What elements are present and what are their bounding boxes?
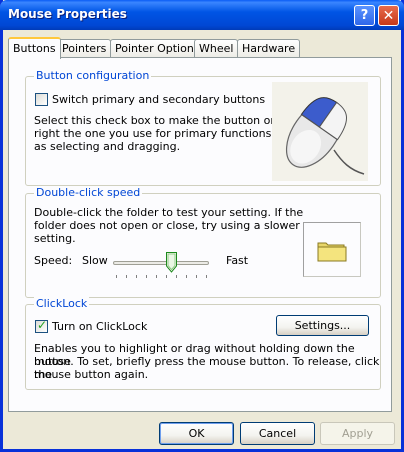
group-label: Button configuration (34, 69, 152, 82)
tab-page-buttons: Button configuration Switch primary and … (8, 57, 392, 412)
button-config-desc-line: as selecting and dragging. (34, 140, 181, 153)
ok-button[interactable]: OK (159, 422, 234, 445)
tab-label: Buttons (13, 42, 56, 55)
button-config-desc-line: right the one you use for primary functi… (34, 127, 301, 140)
close-icon: ✕ (382, 7, 395, 24)
group-label: ClickLock (34, 297, 90, 310)
tab-label: Pointers (62, 42, 107, 55)
checkmark-icon: ✓ (37, 318, 48, 332)
button-configuration-group: Button configuration Switch primary and … (25, 69, 381, 186)
speed-slider-track[interactable] (113, 261, 209, 265)
fast-label: Fast (226, 254, 249, 267)
tab-buttons[interactable]: Buttons (8, 37, 61, 59)
clicklock-group: ClickLock ✓ Turn on ClickLock Settings..… (25, 297, 381, 390)
speed-label: Speed: (34, 254, 73, 267)
help-icon: ? (360, 8, 369, 23)
clicklock-desc-line: mouse button again. (34, 368, 149, 381)
switch-buttons-checkbox[interactable] (35, 93, 48, 106)
clicklock-label[interactable]: Turn on ClickLock (52, 320, 147, 333)
tab-pointer-options[interactable]: Pointer Options (110, 39, 205, 58)
button-label: OK (188, 427, 205, 440)
title-bar[interactable]: Mouse Properties ? ✕ (0, 0, 404, 30)
group-label: Double-click speed (34, 186, 143, 199)
cancel-button[interactable]: Cancel (240, 422, 315, 445)
double-click-speed-group: Double-click speed Double-click the fold… (25, 186, 381, 298)
button-label: Settings... (294, 319, 351, 332)
apply-button: Apply (320, 422, 395, 445)
switch-buttons-label[interactable]: Switch primary and secondary buttons (52, 93, 265, 106)
window-title: Mouse Properties (8, 7, 127, 21)
double-click-desc-line: setting. (34, 232, 76, 245)
close-button[interactable]: ✕ (378, 5, 399, 26)
tab-label: Wheel (199, 42, 234, 55)
button-label: Cancel (258, 427, 297, 440)
button-config-desc-line: Select this check box to make the button… (34, 114, 299, 127)
tab-hardware[interactable]: Hardware (237, 39, 301, 58)
speed-slider-thumb[interactable] (165, 252, 177, 273)
test-folder-area[interactable] (303, 222, 361, 277)
slider-ticks (116, 275, 207, 278)
tab-label: Hardware (242, 42, 296, 55)
clicklock-checkbox[interactable]: ✓ (35, 318, 48, 333)
double-click-desc-line: Double-click the folder to test your set… (34, 206, 304, 219)
tab-pointers[interactable]: Pointers (57, 39, 112, 58)
mouse-icon (272, 82, 368, 181)
clicklock-settings-button[interactable]: Settings... (276, 315, 369, 336)
help-button[interactable]: ? (354, 5, 375, 26)
tab-wheel[interactable]: Wheel (194, 39, 239, 58)
double-click-desc-line: folder does not open or close, try using… (34, 219, 300, 232)
tab-label: Pointer Options (115, 42, 200, 55)
folder-icon[interactable] (304, 223, 360, 276)
slow-label: Slow (82, 254, 108, 267)
button-label: Apply (341, 427, 374, 440)
